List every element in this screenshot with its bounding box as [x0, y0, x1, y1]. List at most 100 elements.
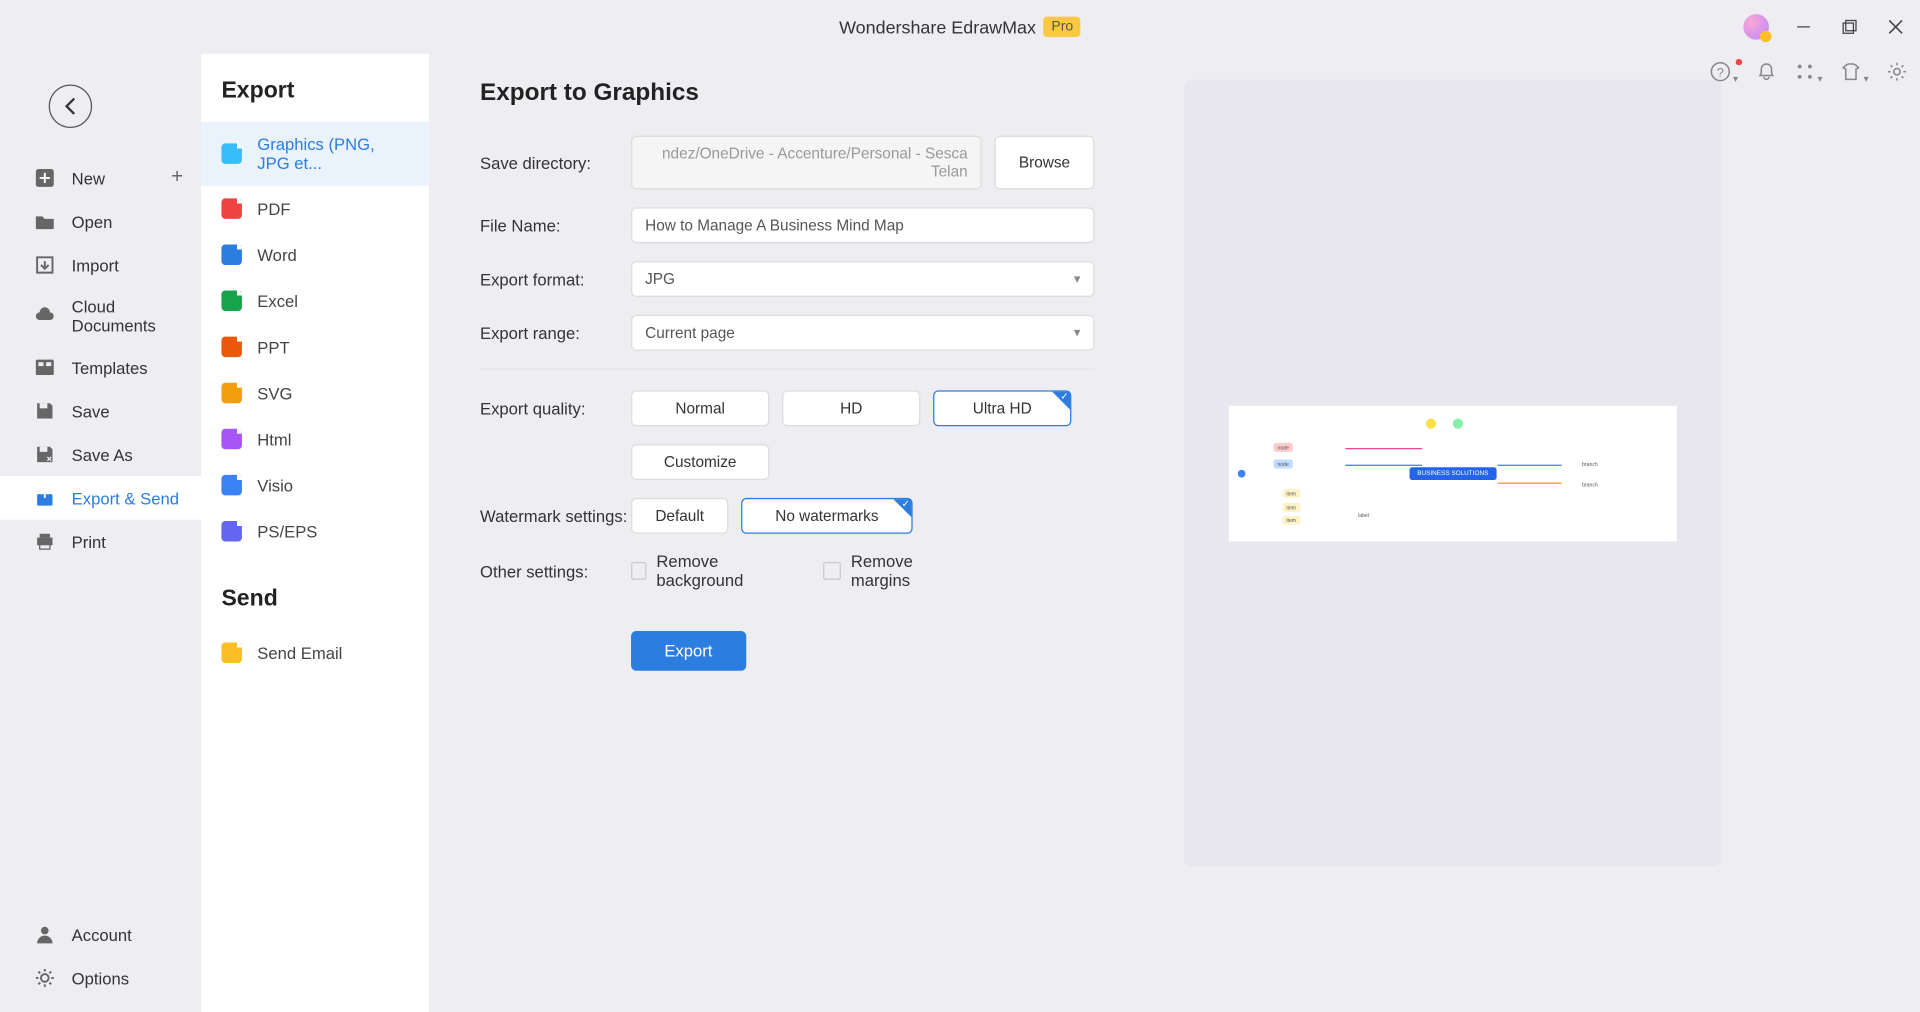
folder-icon	[33, 210, 56, 233]
nav-new[interactable]: New +	[0, 156, 201, 200]
nav-templates[interactable]: Templates	[0, 346, 201, 390]
nav-label: Account	[72, 925, 132, 944]
divider	[480, 369, 1094, 370]
nav-label: Templates	[72, 358, 148, 377]
file-icon	[221, 198, 241, 218]
bell-icon[interactable]	[1756, 61, 1776, 88]
pro-badge: Pro	[1044, 17, 1081, 37]
gear-icon[interactable]	[1887, 61, 1907, 88]
send-heading: Send	[201, 585, 429, 630]
preview-thumbnail: BUSINESS SOLUTIONS node node branch bran…	[1229, 405, 1677, 541]
file-icon	[221, 244, 241, 264]
remove-margins-checkbox[interactable]: Remove margins	[823, 552, 974, 590]
nav-save-as[interactable]: Save As	[0, 433, 201, 477]
export-heading: Export	[201, 77, 429, 122]
format-html[interactable]: Html	[201, 416, 429, 462]
other-label: Other settings:	[480, 561, 631, 580]
gear-icon	[33, 966, 56, 989]
top-toolbar: ?▾ ▾ ▾	[1710, 61, 1907, 88]
file-icon	[221, 643, 241, 663]
export-format-sidebar: Export Graphics (PNG, JPG et... PDF Word Ex…	[201, 54, 429, 1012]
file-icon	[221, 291, 241, 311]
export-icon	[33, 486, 56, 509]
file-icon	[221, 521, 241, 541]
format-svg[interactable]: SVG	[201, 370, 429, 416]
nav-open[interactable]: Open	[0, 200, 201, 244]
export-button[interactable]: Export	[631, 631, 746, 671]
format-excel[interactable]: Excel	[201, 278, 429, 324]
format-label: Graphics (PNG, JPG et...	[257, 134, 408, 172]
shirt-icon[interactable]: ▾	[1841, 61, 1869, 88]
help-icon[interactable]: ?▾	[1710, 61, 1738, 88]
nav-print[interactable]: Print	[0, 520, 201, 564]
format-graphics-png-jpg-et-[interactable]: Graphics (PNG, JPG et...	[201, 122, 429, 186]
file-icon	[221, 429, 241, 449]
nav-label: New	[72, 168, 105, 187]
format-label: Word	[257, 245, 296, 264]
file-icon	[221, 383, 241, 403]
maximize-button[interactable]	[1838, 15, 1861, 38]
customize-button[interactable]: Customize	[631, 444, 769, 480]
nav-cloud-documents[interactable]: Cloud Documents	[0, 287, 201, 346]
plus-box-icon	[33, 166, 56, 189]
filename-input[interactable]	[631, 207, 1094, 243]
format-ps-eps[interactable]: PS/EPS	[201, 508, 429, 554]
range-select[interactable]: Current page▾	[631, 315, 1094, 351]
nav-label: Import	[72, 255, 119, 274]
nav-options[interactable]: Options	[0, 956, 201, 1000]
save-dir-input[interactable]: ndez/OneDrive - Accenture/Personal - Ses…	[631, 136, 982, 190]
nav-label: Export & Send	[72, 488, 179, 507]
save-dir-label: Save directory:	[480, 153, 631, 172]
quality-ultra-hd[interactable]: Ultra HD	[933, 390, 1071, 426]
watermark-default[interactable]: Default	[631, 498, 728, 534]
browse-button[interactable]: Browse	[995, 136, 1095, 190]
format-label: Excel	[257, 291, 298, 310]
format-label: Html	[257, 429, 291, 448]
nav-import[interactable]: Import	[0, 243, 201, 287]
preview-panel: BUSINESS SOLUTIONS node node branch bran…	[1184, 79, 1722, 866]
plus-icon[interactable]: +	[171, 166, 183, 189]
format-label: SVG	[257, 383, 292, 402]
watermark-label: Watermark settings:	[480, 506, 631, 525]
content-heading: Export to Graphics	[480, 79, 1094, 107]
close-button[interactable]	[1884, 15, 1907, 38]
format-label: PPT	[257, 337, 289, 356]
file-icon	[221, 143, 241, 163]
app-title: Wondershare EdrawMax	[839, 17, 1036, 37]
format-ppt[interactable]: PPT	[201, 324, 429, 370]
remove-bg-checkbox[interactable]: Remove background	[631, 552, 782, 590]
user-avatar[interactable]	[1743, 14, 1769, 40]
format-label: Send Email	[257, 643, 342, 662]
saveas-icon	[33, 443, 56, 466]
import-icon	[33, 253, 56, 276]
format-send-email[interactable]: Send Email	[201, 630, 429, 676]
svg-text:?: ?	[1717, 65, 1724, 80]
format-label: Export format:	[480, 269, 631, 288]
format-pdf[interactable]: PDF	[201, 186, 429, 232]
format-label: PDF	[257, 199, 290, 218]
nav-label: Open	[72, 212, 113, 231]
nav-save[interactable]: Save	[0, 389, 201, 433]
grid-icon[interactable]: ▾	[1795, 61, 1823, 88]
titlebar: Wondershare EdrawMax Pro	[0, 0, 1920, 54]
nav-account[interactable]: Account	[0, 913, 201, 957]
account-icon	[33, 923, 56, 946]
format-visio[interactable]: Visio	[201, 462, 429, 508]
quality-hd[interactable]: HD	[782, 390, 920, 426]
quality-normal[interactable]: Normal	[631, 390, 769, 426]
nav-label: Print	[72, 532, 106, 551]
back-button[interactable]	[49, 84, 93, 128]
format-select[interactable]: JPG▾	[631, 261, 1094, 297]
print-icon	[33, 530, 56, 553]
format-label: Visio	[257, 476, 293, 495]
file-icon	[221, 337, 241, 357]
save-icon	[33, 399, 56, 422]
minimize-button[interactable]	[1792, 15, 1815, 38]
format-label: PS/EPS	[257, 522, 317, 541]
nav-export-send[interactable]: Export & Send	[0, 476, 201, 520]
cloud-icon	[33, 305, 56, 328]
nav-label: Cloud Documents	[72, 297, 188, 335]
nav-label: Save	[72, 401, 110, 420]
watermark-no-watermarks[interactable]: No watermarks	[741, 498, 913, 534]
format-word[interactable]: Word	[201, 232, 429, 278]
